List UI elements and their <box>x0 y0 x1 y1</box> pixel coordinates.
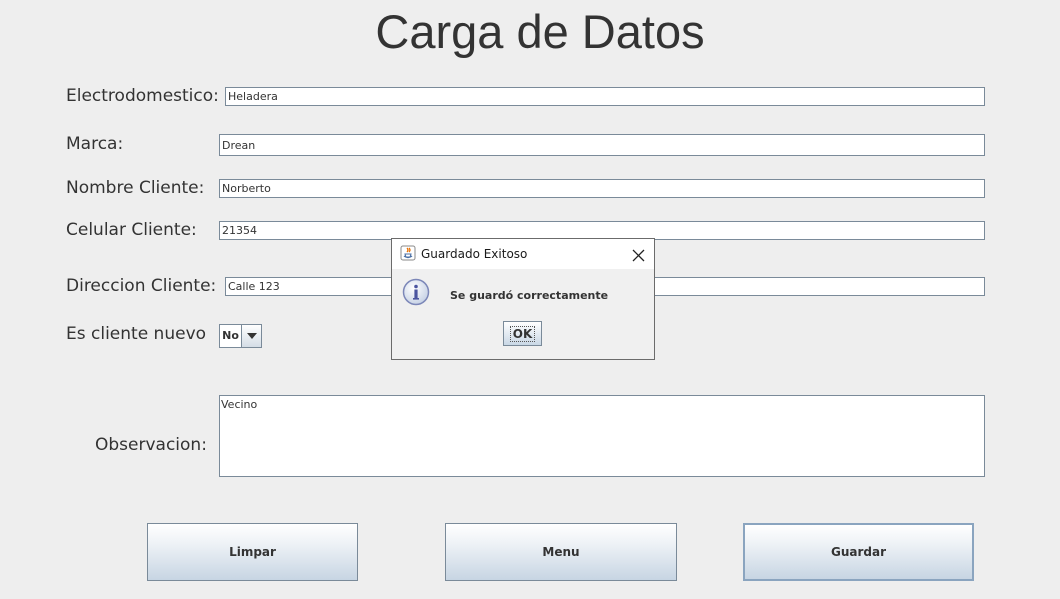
observacion-label: Observacion: <box>95 435 207 455</box>
success-dialog: Guardado Exitoso Se guardó correctamente… <box>391 238 655 360</box>
es-cliente-nuevo-value: No <box>220 325 242 347</box>
electrodomestico-field[interactable]: Heladera <box>225 87 985 106</box>
nombre-cliente-label: Nombre Cliente: <box>66 178 205 198</box>
menu-button[interactable]: Menu <box>445 523 677 581</box>
es-cliente-nuevo-select[interactable]: No <box>219 324 262 348</box>
close-icon[interactable] <box>632 247 645 266</box>
page-title: Carga de Datos <box>375 5 705 58</box>
java-icon <box>400 245 416 265</box>
marca-field[interactable]: Drean <box>219 134 985 156</box>
guardar-button[interactable]: Guardar <box>743 523 974 581</box>
limpiar-button[interactable]: Limpar <box>147 523 358 581</box>
chevron-down-icon[interactable] <box>242 325 261 347</box>
ok-button-label: OK <box>509 325 536 342</box>
celular-cliente-label: Celular Cliente: <box>66 220 197 240</box>
nombre-cliente-field[interactable]: Norberto <box>219 179 985 198</box>
ok-button[interactable]: OK <box>503 321 542 346</box>
dialog-message: Se guardó correctamente <box>450 289 609 302</box>
es-cliente-nuevo-label: Es cliente nuevo <box>66 324 207 344</box>
observacion-textarea[interactable]: Vecino <box>219 395 985 477</box>
direccion-cliente-label: Direccion Cliente: <box>66 276 217 296</box>
info-icon <box>402 278 432 312</box>
electrodomestico-label: Electrodomestico: <box>66 86 219 106</box>
marca-label: Marca: <box>66 134 124 154</box>
dialog-title: Guardado Exitoso <box>421 247 528 261</box>
dialog-title-bar: Guardado Exitoso <box>392 239 654 269</box>
